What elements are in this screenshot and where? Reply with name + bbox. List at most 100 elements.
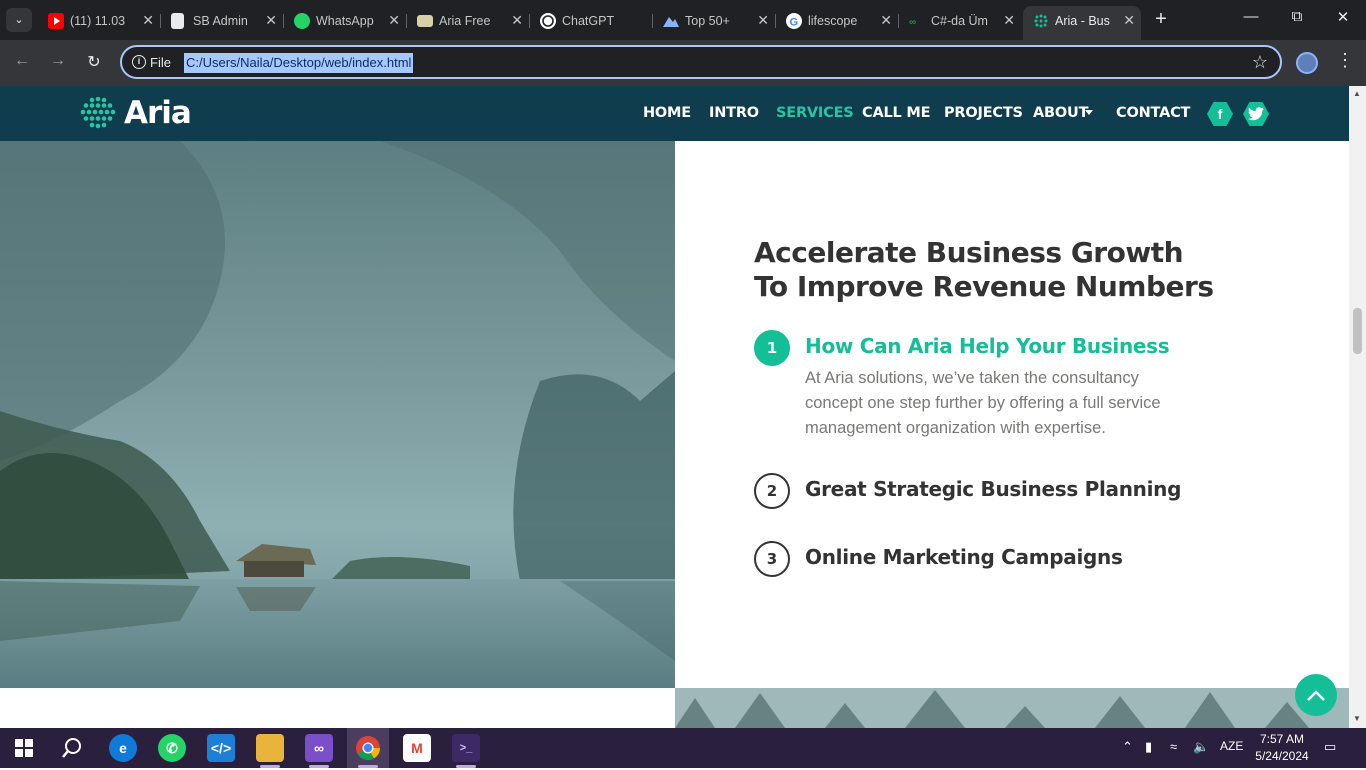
site-navbar: Aria HOME INTRO SERVICES CALL ME PROJECT… — [0, 86, 1349, 141]
close-tab-icon[interactable]: ✕ — [265, 12, 277, 29]
svg-text:G: G — [790, 17, 799, 29]
edge-icon[interactable]: e — [109, 734, 137, 762]
scroll-to-top-button[interactable] — [1295, 674, 1337, 716]
restore-icon[interactable]: ⧉ — [1282, 8, 1312, 25]
step-title-1[interactable]: How Can Aria Help Your Business — [805, 334, 1170, 358]
url-text[interactable]: C:/Users/Naila/Desktop/web/index.html — [184, 53, 414, 73]
info-icon[interactable]: i — [132, 55, 146, 69]
page-scrollbar[interactable]: ▲ ▼ — [1349, 86, 1366, 728]
nav-home[interactable]: HOME — [643, 105, 691, 121]
gmail-icon[interactable]: M — [403, 734, 431, 762]
step-number-1[interactable]: 1 — [754, 330, 790, 366]
bookmark-star-icon[interactable]: ☆ — [1252, 52, 1268, 73]
tab-sb-admin[interactable]: SB Admin ✕ — [161, 6, 283, 40]
step-number-3[interactable]: 3 — [754, 541, 790, 577]
whatsapp-icon — [294, 13, 310, 29]
tab-title: lifescope — [808, 14, 858, 28]
nav-projects[interactable]: PROJECTS — [944, 105, 1023, 121]
chatgpt-icon — [540, 13, 556, 29]
tab-lifescope[interactable]: G lifescope ✕ — [776, 6, 898, 40]
chrome-icon[interactable] — [354, 734, 382, 762]
forward-arrow-icon[interactable]: → — [46, 52, 70, 70]
nav-intro[interactable]: INTRO — [709, 105, 759, 121]
close-tab-icon[interactable]: ✕ — [1003, 12, 1015, 29]
vscode-icon[interactable]: </> — [207, 734, 235, 762]
wifi-icon[interactable]: ≈ — [1170, 739, 1177, 754]
nav-services[interactable]: SERVICES — [776, 105, 854, 121]
scroll-up-arrow-icon[interactable]: ▲ — [1353, 89, 1361, 98]
windows-taskbar: e ✆ </> ∞ M >_ ⌃ ▮ ≈ 🔈 AZE 7:57 AM 5/24/… — [0, 728, 1366, 768]
scroll-down-arrow-icon[interactable]: ▼ — [1353, 714, 1361, 723]
tab-top50[interactable]: Top 50+ ✕ — [653, 6, 775, 40]
browser-toolbar: ← → ↻ i File C:/Users/Naila/Desktop/web/… — [0, 40, 1366, 86]
facebook-icon[interactable]: f — [1207, 102, 1233, 126]
youtube-icon — [48, 13, 64, 29]
visual-studio-icon[interactable]: ∞ — [305, 734, 333, 762]
windows-start-icon[interactable] — [10, 734, 38, 762]
caret-down-icon[interactable] — [1085, 110, 1093, 115]
nav-call-me[interactable]: CALL ME — [862, 105, 931, 121]
tab-chatgpt[interactable]: ChatGPT — [530, 6, 652, 40]
aria-logo-icon[interactable] — [80, 97, 116, 131]
close-tab-icon[interactable]: ✕ — [757, 12, 769, 29]
more-menu-icon[interactable]: ⋮ — [1336, 50, 1354, 71]
volume-icon[interactable]: 🔈 — [1193, 739, 1209, 755]
tab-youtube[interactable]: (11) 11.03 ✕ — [38, 6, 160, 40]
step-title-2[interactable]: Great Strategic Business Planning — [805, 477, 1181, 501]
close-tab-icon[interactable]: ✕ — [511, 12, 523, 29]
file-explorer-icon[interactable] — [256, 734, 284, 762]
tab-title: C#-da Üm — [931, 14, 988, 28]
tab-title: WhatsApp — [316, 14, 374, 28]
tab-whatsapp[interactable]: WhatsApp ✕ — [284, 6, 406, 40]
close-window-icon[interactable]: ✕ — [1328, 8, 1358, 26]
misty-lake-image — [0, 141, 675, 688]
document-icon — [171, 13, 184, 29]
system-clock[interactable]: 7:57 AM 5/24/2024 — [1252, 731, 1312, 765]
tab-title: Aria - Bus — [1055, 14, 1110, 28]
close-tab-icon[interactable]: ✕ — [388, 12, 400, 29]
template-icon — [417, 15, 433, 27]
section-heading-line-1: Accelerate Business Growth — [754, 236, 1184, 269]
new-tab-button[interactable]: + — [1150, 8, 1172, 31]
clock-time: 7:57 AM — [1259, 732, 1305, 746]
minimize-icon[interactable]: — — [1236, 8, 1266, 25]
tab-title: SB Admin — [193, 14, 248, 28]
language-indicator[interactable]: AZE — [1220, 739, 1243, 753]
tab-search-chevron-icon[interactable]: ⌄ — [6, 8, 32, 32]
nav-contact[interactable]: CONTACT — [1116, 105, 1190, 121]
chevron-up-icon — [1307, 690, 1325, 701]
section-heading-line-2: To Improve Revenue Numbers — [754, 270, 1214, 303]
close-tab-icon[interactable]: ✕ — [142, 12, 154, 29]
scrollbar-thumb[interactable] — [1353, 308, 1362, 354]
whatsapp-icon[interactable]: ✆ — [158, 734, 186, 762]
security-chip-label[interactable]: File — [150, 55, 171, 70]
geeks-icon: ∞ — [909, 13, 925, 29]
google-icon: G — [786, 13, 802, 29]
twitter-icon[interactable] — [1243, 102, 1269, 126]
tab-title: (11) 11.03 — [70, 14, 126, 28]
profile-avatar[interactable] — [1296, 52, 1318, 74]
address-bar[interactable]: i File C:/Users/Naila/Desktop/web/index.… — [120, 45, 1282, 79]
tab-title: ChatGPT — [562, 14, 615, 28]
tab-aria-business[interactable]: Aria - Bus ✕ — [1023, 6, 1141, 40]
mountain-icon — [663, 13, 679, 29]
tab-csharp[interactable]: ∞ C#-da Üm ✕ — [899, 6, 1021, 40]
aria-icon — [1033, 13, 1049, 29]
back-arrow-icon[interactable]: ← — [10, 52, 34, 70]
logo-text[interactable]: Aria — [124, 95, 192, 131]
battery-icon[interactable]: ▮ — [1145, 739, 1152, 755]
notifications-icon[interactable]: ▭ — [1324, 739, 1336, 755]
step-description-1: At Aria solutions, we’ve taken the consu… — [805, 369, 1161, 437]
svg-text:∞: ∞ — [909, 17, 916, 28]
nav-about[interactable]: ABOUT — [1033, 105, 1088, 121]
step-number-2[interactable]: 2 — [754, 473, 790, 509]
close-tab-icon[interactable]: ✕ — [880, 12, 892, 29]
search-icon[interactable] — [58, 734, 86, 762]
chevron-up-icon[interactable]: ⌃ — [1122, 739, 1133, 755]
tab-aria-free[interactable]: Aria Free ✕ — [407, 6, 529, 40]
step-title-3[interactable]: Online Marketing Campaigns — [805, 545, 1123, 569]
clock-date: 5/24/2024 — [1255, 749, 1309, 763]
close-tab-icon[interactable]: ✕ — [1123, 12, 1135, 29]
terminal-icon[interactable]: >_ — [452, 734, 480, 762]
reload-icon[interactable]: ↻ — [82, 52, 106, 72]
